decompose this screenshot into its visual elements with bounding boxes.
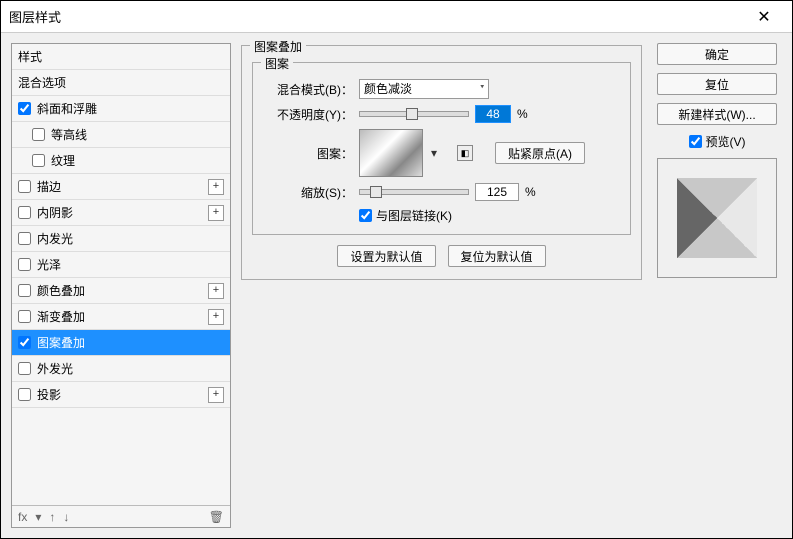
link-with-layer-checkbox[interactable] <box>359 209 372 222</box>
new-style-button[interactable]: 新建样式(W)... <box>657 103 777 125</box>
trash-icon[interactable]: 🗑 <box>209 510 224 524</box>
opacity-unit: % <box>517 107 528 121</box>
checkbox-bevel-emboss[interactable] <box>18 102 31 115</box>
preview-label: 预览(V) <box>706 133 746 150</box>
checkbox-drop-shadow[interactable] <box>18 388 31 401</box>
style-texture[interactable]: 纹理 <box>12 148 230 174</box>
opacity-label: 不透明度(Y)： <box>263 106 353 123</box>
add-inner-shadow-icon[interactable]: + <box>208 205 224 221</box>
pattern-dropdown-icon[interactable]: ▾ <box>429 146 439 160</box>
set-default-button[interactable]: 设置为默认值 <box>337 245 435 267</box>
add-color-overlay-icon[interactable]: + <box>208 283 224 299</box>
checkbox-texture[interactable] <box>32 154 45 167</box>
style-inner-shadow[interactable]: 内阴影+ <box>12 200 230 226</box>
style-drop-shadow[interactable]: 投影+ <box>12 382 230 408</box>
checkbox-inner-shadow[interactable] <box>18 206 31 219</box>
opacity-input[interactable] <box>475 105 511 123</box>
checkbox-pattern-overlay[interactable] <box>18 336 31 349</box>
checkbox-satin[interactable] <box>18 258 31 271</box>
style-gradient-overlay[interactable]: 渐变叠加+ <box>12 304 230 330</box>
style-bevel-emboss[interactable]: 斜面和浮雕 <box>12 96 230 122</box>
section-title: 图案叠加 <box>250 38 306 55</box>
pattern-group: 图案 混合模式(B)： 颜色减淡 不透明度(Y)： % 图案： ▾ ◧ <box>252 62 631 235</box>
blend-mode-label: 混合模式(B)： <box>263 81 353 98</box>
scale-input[interactable] <box>475 183 519 201</box>
style-satin[interactable]: 光泽 <box>12 252 230 278</box>
scale-unit: % <box>525 185 536 199</box>
checkbox-inner-glow[interactable] <box>18 232 31 245</box>
checkbox-gradient-overlay[interactable] <box>18 310 31 323</box>
styles-panel: 样式 混合选项 斜面和浮雕 等高线 纹理 描边+ 内阴影+ 内发光 光泽 颜色叠… <box>11 43 231 528</box>
snap-origin-button[interactable]: 贴紧原点(A) <box>495 142 585 164</box>
close-button[interactable]: ✕ <box>744 1 784 33</box>
fx-menu-icon[interactable]: fx <box>18 510 27 524</box>
fx-menu-caret-icon[interactable]: ▾ <box>35 510 41 524</box>
pattern-overlay-section: 图案叠加 图案 混合模式(B)： 颜色减淡 不透明度(Y)： % 图案： ▾ <box>241 45 642 280</box>
pattern-swatch[interactable] <box>359 129 423 177</box>
style-color-overlay[interactable]: 颜色叠加+ <box>12 278 230 304</box>
add-stroke-icon[interactable]: + <box>208 179 224 195</box>
style-pattern-overlay[interactable]: 图案叠加 <box>12 330 230 356</box>
style-blend-options[interactable]: 混合选项 <box>12 70 230 96</box>
reset-default-button[interactable]: 复位为默认值 <box>448 245 546 267</box>
styles-header[interactable]: 样式 <box>12 44 230 70</box>
add-gradient-overlay-icon[interactable]: + <box>208 309 224 325</box>
style-stroke[interactable]: 描边+ <box>12 174 230 200</box>
checkbox-outer-glow[interactable] <box>18 362 31 375</box>
preview-shape <box>677 178 757 258</box>
ok-button[interactable]: 确定 <box>657 43 777 65</box>
checkbox-stroke[interactable] <box>18 180 31 193</box>
new-pattern-icon[interactable]: ◧ <box>457 145 473 161</box>
pattern-label: 图案： <box>263 145 353 162</box>
subsection-title: 图案 <box>261 55 293 72</box>
link-with-layer-label: 与图层链接(K) <box>376 207 452 224</box>
style-inner-glow[interactable]: 内发光 <box>12 226 230 252</box>
opacity-slider[interactable] <box>359 111 469 117</box>
window-title: 图层样式 <box>9 7 744 26</box>
blend-mode-select[interactable]: 颜色减淡 <box>359 79 489 99</box>
move-down-icon[interactable]: ↓ <box>63 510 69 524</box>
checkbox-contour[interactable] <box>32 128 45 141</box>
add-drop-shadow-icon[interactable]: + <box>208 387 224 403</box>
preview-box <box>657 158 777 278</box>
scale-label: 缩放(S)： <box>263 184 353 201</box>
preview-checkbox[interactable] <box>689 135 702 148</box>
styles-footer: fx ▾ ↑ ↓ 🗑 <box>12 505 230 527</box>
scale-slider[interactable] <box>359 189 469 195</box>
style-outer-glow[interactable]: 外发光 <box>12 356 230 382</box>
move-up-icon[interactable]: ↑ <box>49 510 55 524</box>
checkbox-color-overlay[interactable] <box>18 284 31 297</box>
cancel-button[interactable]: 复位 <box>657 73 777 95</box>
style-contour[interactable]: 等高线 <box>12 122 230 148</box>
